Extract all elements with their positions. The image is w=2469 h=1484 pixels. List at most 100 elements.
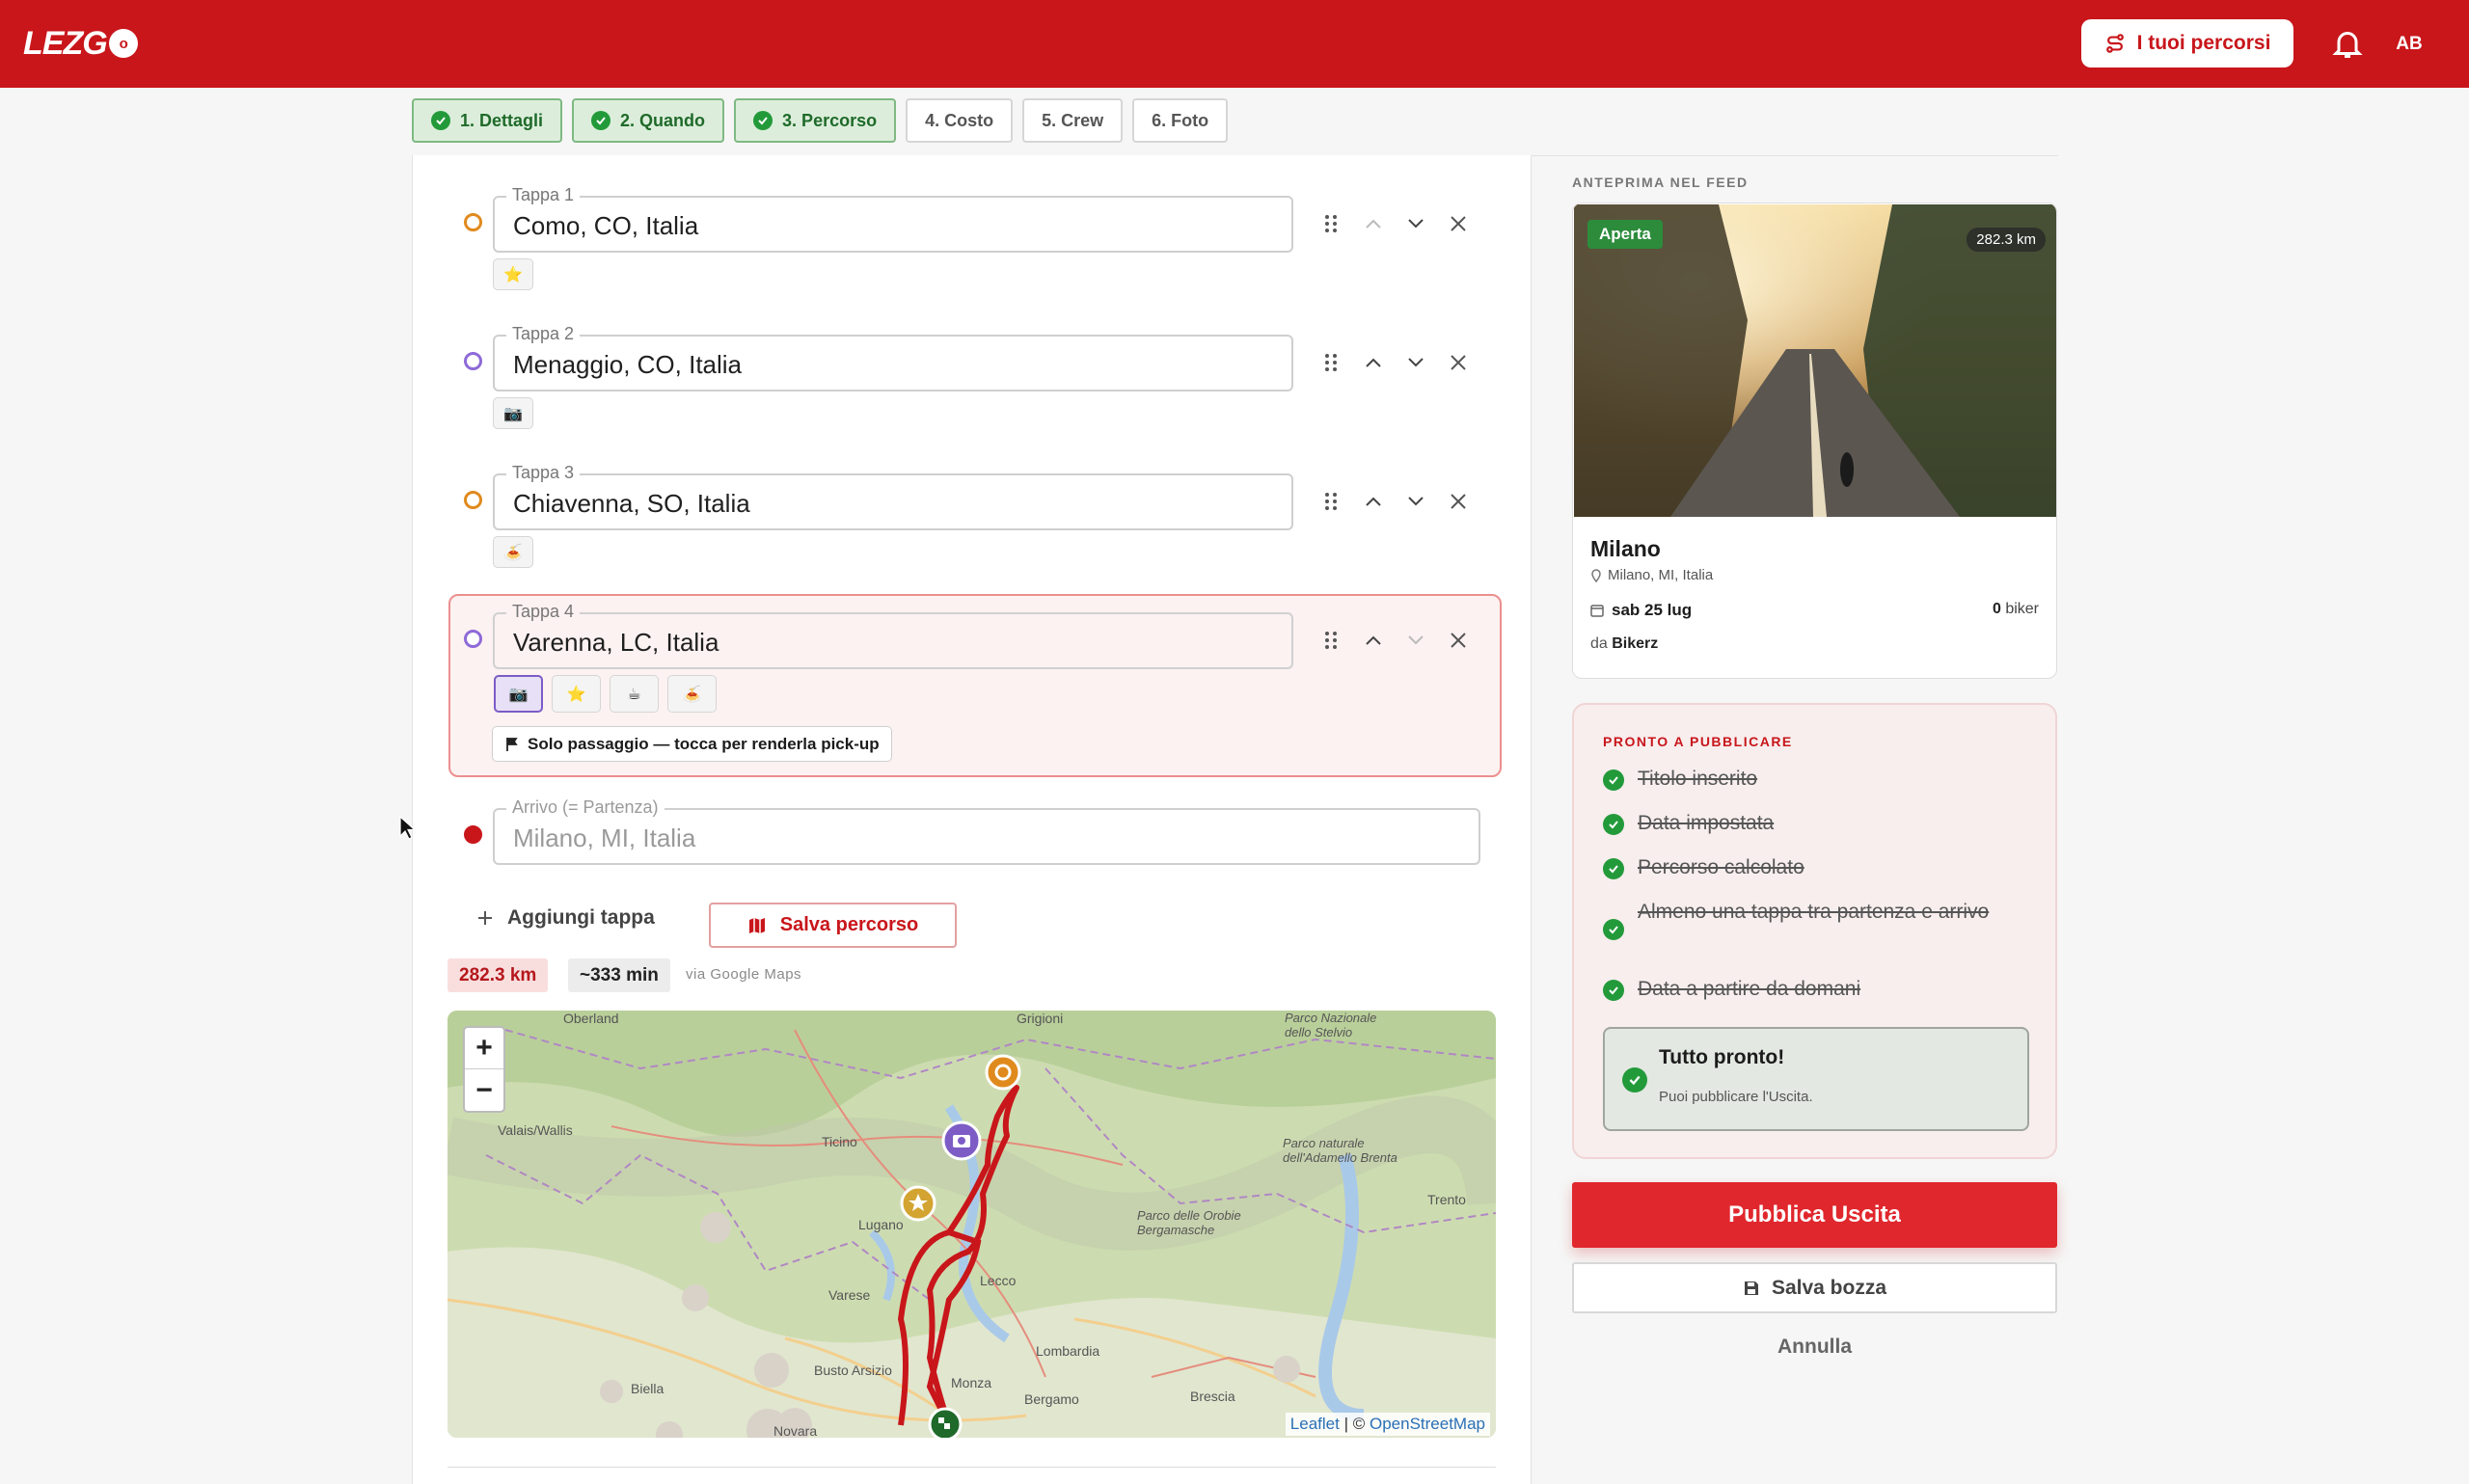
checklist-item-text: Titolo inserito [1638,768,1758,790]
ride-title: Milano [1590,536,1661,561]
drag-handle-icon[interactable] [1317,627,1344,654]
stop-3-tag[interactable]: 🍝 [493,536,533,568]
stop-2-label: Tappa 2 [506,324,581,344]
pickup-toggle-button[interactable]: Solo passaggio — tocca per renderla pick… [492,726,892,762]
tab-label: 6. Foto [1152,110,1209,130]
app-logo[interactable]: LEZG o [23,21,138,66]
pickup-toggle-label: Solo passaggio — tocca per renderla pick… [528,734,880,753]
tab-costo[interactable]: 4. Costo [906,98,1014,143]
arrival-value: Milano, MI, Italia [513,823,696,852]
place-label: Bergamo [1024,1391,1079,1407]
feed-preview-card[interactable]: Aperta 282.3 km Milano Milano, MI, Itali… [1572,202,2057,679]
checklist-item-text: Data impostata [1638,812,1775,834]
stop-3-field[interactable]: Tappa 3 Chiavenna, SO, Italia [493,463,1293,530]
place-label: Biella [631,1381,665,1396]
place-label: Lecco [980,1273,1017,1288]
remove-stop-icon[interactable] [1445,488,1472,515]
remove-stop-icon[interactable] [1445,210,1472,237]
move-up-icon[interactable] [1360,349,1387,376]
check-icon [1603,980,1624,1001]
place-label: Parco delle Orobie Bergamasche [1137,1208,1241,1237]
move-up-icon[interactable] [1360,210,1387,237]
move-down-icon[interactable] [1402,349,1429,376]
save-route-label: Salva percorso [779,914,919,935]
move-down-icon[interactable] [1402,627,1429,654]
divider [1532,155,2058,156]
bikers-label: biker [2005,601,2039,617]
place-label: Monza [951,1375,992,1390]
stop-marker-dot [464,352,482,370]
stop-1-field[interactable]: Tappa 1 Como, CO, Italia [493,185,1293,253]
tab-crew[interactable]: 5. Crew [1022,98,1124,143]
publish-button[interactable]: Pubblica Uscita [1572,1182,2057,1248]
route-distance-badge: 282.3 km [448,958,549,992]
calendar-icon [1590,605,1604,617]
stop-4-tag-coffee[interactable]: ☕ [610,675,659,713]
check-icon [591,111,611,130]
place-label: Valais/Wallis [498,1122,573,1138]
drag-handle-icon[interactable] [1317,488,1344,515]
checklist-title: PRONTO A PUBBLICARE [1603,734,1793,749]
stop-4-tag-star[interactable]: ⭐ [552,675,601,713]
place-label: Ticino [822,1134,857,1149]
feed-preview-label: ANTEPRIMA NEL FEED [1572,175,1749,190]
add-stop-label: Aggiungi tappa [507,906,655,929]
route-icon [2105,34,2124,53]
checklist-item-text: Percorso calcolato [1638,856,1804,878]
stop-1-tag[interactable]: ⭐ [493,258,533,290]
tab-foto[interactable]: 6. Foto [1132,98,1229,143]
save-draft-button[interactable]: Salva bozza [1572,1262,2057,1313]
add-stop-button[interactable]: Aggiungi tappa [476,906,655,930]
checklist-item: Percorso calcolato [1603,851,2027,884]
place-label: Lugano [858,1217,904,1232]
cancel-button[interactable]: Annulla [1572,1336,2057,1359]
stop-4-field[interactable]: Tappa 4 Varenna, LC, Italia [493,602,1293,669]
tab-label: 4. Costo [925,110,994,130]
ride-organizer: da Bikerz [1590,635,1658,653]
tab-percorso[interactable]: 3. Percorso [734,98,897,143]
my-routes-button[interactable]: I tuoi percorsi [2081,19,2293,67]
stop-2-value: Menaggio, CO, Italia [513,350,743,379]
remove-stop-icon[interactable] [1445,627,1472,654]
arrival-marker-dot [464,825,482,844]
remove-stop-icon[interactable] [1445,349,1472,376]
place-label: Busto Arsizio [814,1363,892,1378]
stop-4-tag-photo[interactable]: 📷 [494,675,543,713]
tab-dettagli[interactable]: 1. Dettagli [412,98,563,143]
move-up-icon[interactable] [1360,627,1387,654]
tab-quando[interactable]: 2. Quando [572,98,725,143]
route-map[interactable]: + − Leaflet | © OpenStreetMap Oberland G… [448,1011,1496,1438]
checklist-item-text: Almeno una tappa tra partenza e arrivo [1638,901,1990,923]
move-up-icon[interactable] [1360,488,1387,515]
drag-handle-icon[interactable] [1317,349,1344,376]
user-avatar[interactable]: AB [2390,29,2428,60]
place-label: Varese [828,1287,871,1303]
stop-4-tag-food[interactable]: 🍝 [667,675,717,713]
organizer-name: Bikerz [1612,635,1659,652]
place-label: Parco Nazionale dello Stelvio [1285,1011,1377,1039]
drag-handle-icon[interactable] [1317,210,1344,237]
checklist-item: Data a partire da domani [1603,973,2027,1006]
ride-date: sab 25 lug [1590,601,1692,620]
stop-2-field[interactable]: Tappa 2 Menaggio, CO, Italia [493,324,1293,391]
stop-2-tag[interactable]: 📷 [493,397,533,429]
stop-marker-dot [464,213,482,231]
bikers-count: 0 [1992,601,2001,617]
check-icon [753,111,773,130]
tab-label: 2. Quando [620,110,706,130]
stop-marker-dot [464,491,482,509]
move-down-icon[interactable] [1402,210,1429,237]
bell-icon[interactable] [2330,26,2365,61]
check-icon [1622,1067,1647,1093]
place-label: Lombardia [1036,1343,1100,1359]
map-place-labels: Oberland Grigioni Ticino Valais/Wallis L… [448,1011,1496,1438]
save-route-button[interactable]: Salva percorso [709,903,957,948]
move-down-icon[interactable] [1402,488,1429,515]
check-icon [431,111,450,130]
top-bar: LEZG o I tuoi percorsi AB [0,0,2469,88]
stop-marker-dot [464,630,482,648]
place-label: Novara [773,1423,818,1438]
ride-cover-photo: Aperta 282.3 km [1574,204,2056,517]
checklist-item: Titolo inserito [1603,763,2027,796]
arrival-field: Arrivo (= Partenza) Milano, MI, Italia [493,797,1480,865]
